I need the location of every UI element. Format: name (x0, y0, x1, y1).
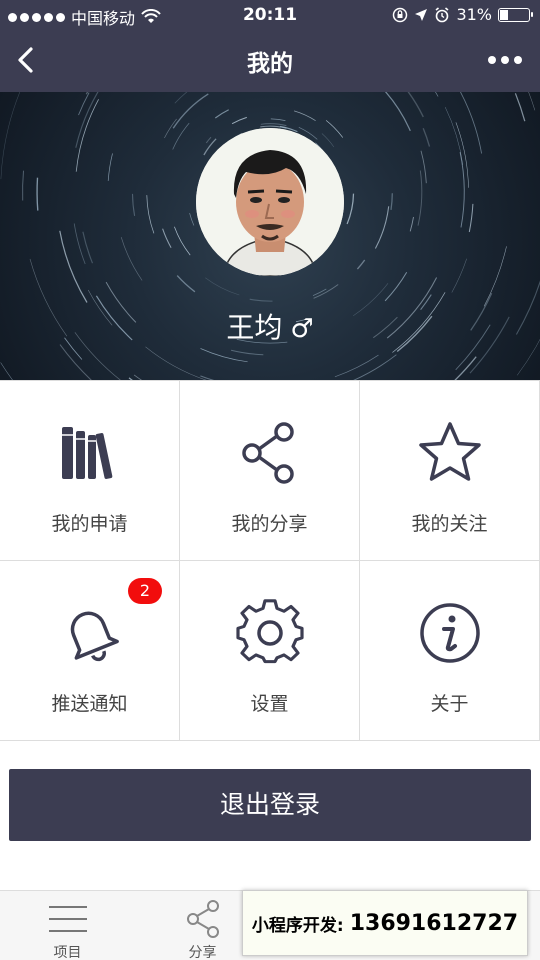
star-trail (293, 110, 316, 122)
star-trail (22, 170, 24, 201)
menu-my-applications[interactable]: 我的申请 (0, 381, 180, 561)
star-trail (514, 93, 526, 122)
star-trail (164, 118, 177, 139)
menu-label: 设置 (250, 693, 289, 715)
star-trail (260, 123, 287, 127)
menu-grid: 我的申请 我的分享 我的关注 2 推送通知 设置 关于 (0, 380, 540, 741)
battery-percent: 31% (456, 5, 492, 24)
star-trail (230, 349, 264, 356)
star-trail (459, 92, 483, 154)
star-trail (334, 354, 379, 378)
menu-label: 我的关注 (411, 513, 488, 535)
star-trail (468, 203, 474, 233)
star-trail (409, 216, 414, 232)
top-bar: 中国移动 20:11 31% 我的 (0, 0, 540, 92)
menu-label: 推送通知 (51, 693, 128, 715)
gear-icon (235, 599, 304, 664)
star-trail (346, 193, 355, 225)
share-icon (186, 900, 219, 938)
promo-label: 小程序开发: (251, 915, 344, 936)
menu-my-shares[interactable]: 我的分享 (180, 381, 360, 561)
share-icon (241, 422, 294, 484)
profile-banner: 王均 ♂ (0, 92, 540, 380)
avatar-portrait-icon (196, 128, 344, 276)
star-trail (420, 150, 427, 184)
star-trail (214, 109, 229, 119)
star-trail (459, 152, 465, 228)
info-icon (419, 603, 480, 663)
star-trail (374, 206, 390, 249)
star-trail (82, 231, 94, 264)
menu-settings[interactable]: 设置 (180, 561, 360, 741)
gender-male-icon: ♂ (290, 314, 314, 344)
tab-projects[interactable]: 项目 (0, 891, 135, 960)
star-trail (356, 259, 366, 270)
status-bar: 中国移动 20:11 31% (0, 0, 540, 30)
more-icon[interactable] (488, 50, 524, 70)
star-trail (422, 128, 431, 147)
star-trail (176, 275, 196, 293)
menu-label: 我的申请 (51, 513, 128, 535)
star-trail (162, 228, 172, 248)
tab-label: 项目 (53, 945, 82, 960)
notification-badge: 2 (128, 578, 162, 604)
user-name: 王均 (226, 311, 283, 344)
star-trail (0, 92, 18, 100)
star-trail (75, 92, 99, 148)
star-trail (417, 170, 423, 226)
star-trail (444, 106, 464, 165)
menu-push-notifications[interactable]: 2 推送通知 (0, 561, 180, 741)
avatar[interactable] (196, 128, 344, 276)
star-trail (451, 258, 467, 293)
star-icon (418, 422, 481, 481)
menu-label: 我的分享 (231, 513, 308, 535)
star-trail (455, 122, 469, 188)
logout-button[interactable]: 退出登录 (9, 769, 531, 841)
star-trail (145, 346, 207, 380)
star-trail (120, 236, 143, 281)
star-trail (85, 92, 89, 95)
star-trail (73, 223, 86, 265)
menu-icon (48, 906, 87, 932)
star-trail (59, 230, 88, 303)
star-trail (384, 92, 411, 132)
star-trail (200, 348, 248, 363)
star-trail (321, 133, 335, 148)
star-trail (390, 193, 393, 210)
promo-phone: 13691612727 (349, 910, 519, 936)
user-name-row: 王均 ♂ (0, 306, 540, 346)
star-trail (189, 213, 195, 226)
star-trail (205, 277, 240, 296)
star-trail (270, 118, 286, 121)
page-title: 我的 (247, 51, 293, 77)
star-trail (172, 122, 190, 150)
star-trail (313, 284, 339, 299)
location-icon (415, 8, 428, 21)
bell-icon (70, 611, 119, 662)
star-trail (528, 92, 536, 111)
rotation-lock-icon (393, 7, 408, 22)
star-trail (483, 246, 507, 307)
menu-label: 关于 (430, 693, 469, 715)
star-trail (231, 116, 247, 125)
alarm-icon (435, 6, 449, 22)
menu-about[interactable]: 关于 (360, 561, 540, 741)
menu-my-follows[interactable]: 我的关注 (360, 381, 540, 561)
promo-banner: 小程序开发: 13691612727 (242, 890, 528, 956)
star-trail (131, 193, 136, 216)
star-trail (353, 354, 397, 380)
star-trail (107, 153, 113, 181)
star-trail (325, 120, 344, 138)
star-trail (59, 344, 92, 380)
star-trail (174, 226, 191, 256)
star-trail (384, 272, 408, 302)
star-trail (249, 298, 273, 302)
star-trail (146, 195, 155, 234)
star-trail (0, 92, 21, 180)
battery-icon (498, 7, 533, 22)
star-trail (36, 177, 39, 211)
books-icon (61, 427, 112, 479)
star-trail (312, 288, 327, 296)
star-trail (205, 136, 212, 144)
